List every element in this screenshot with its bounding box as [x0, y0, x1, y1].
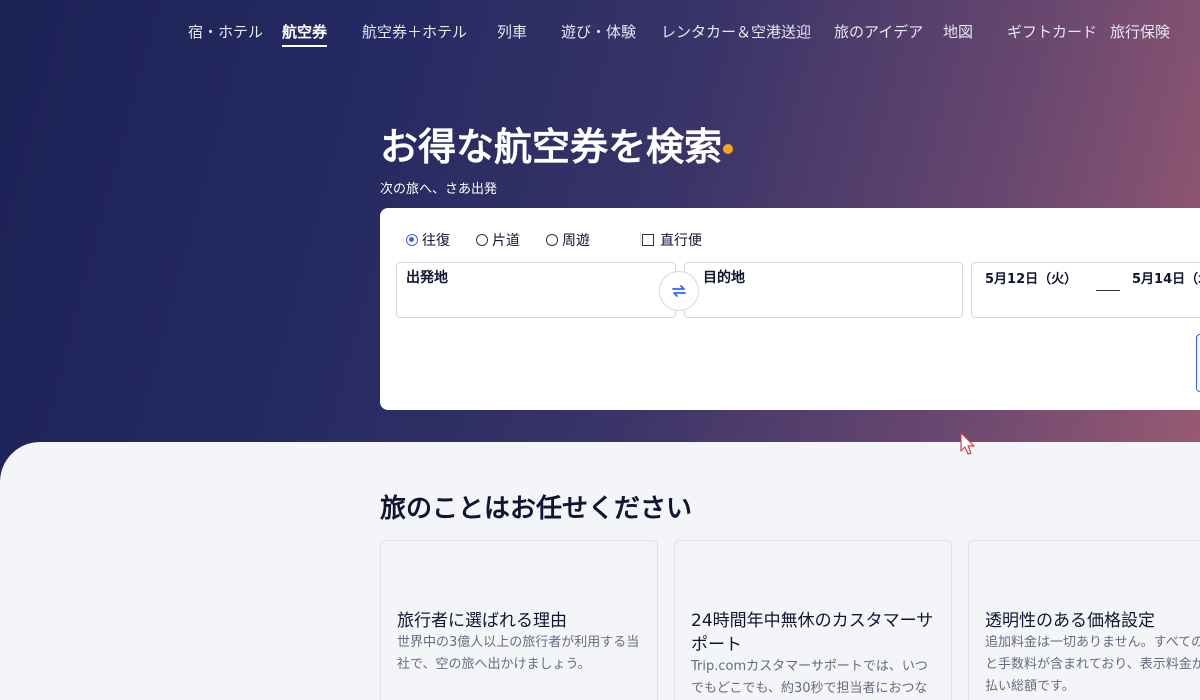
origin-field[interactable]: 出発地	[396, 262, 676, 318]
nav-item-flight-hotel[interactable]: 航空券＋ホテル	[362, 22, 467, 42]
nav-item-hotels[interactable]: 宿・ホテル	[188, 22, 263, 42]
trip-type-round-trip[interactable]: 往復	[406, 230, 450, 250]
checkbox-icon	[642, 234, 654, 246]
radio-icon	[546, 234, 558, 246]
nav-item-flights[interactable]: 航空券	[282, 22, 328, 47]
date-field[interactable]: 5月12日（火） 5月14日（水）	[971, 262, 1200, 318]
trip-type-one-way[interactable]: 片道	[476, 230, 520, 250]
feature-card-title: 透明性のある価格設定	[985, 611, 1155, 631]
feature-card-desc: Trip.comカスタマーサポートでは、いつでもどこでも、約30秒で担当者におつ…	[691, 659, 928, 696]
feature-card: 旅行者に選ばれる理由 世界中の3億人以上の旅行者が利用する当社で、空の旅へ出かけ…	[380, 540, 658, 700]
feature-card-title: 24時間年中無休のカスタマーサポート	[691, 611, 934, 655]
option-divider	[640, 232, 641, 246]
direct-flight-checkbox[interactable]: 直行便	[642, 230, 702, 250]
hero-title: お得な航空券を検索	[380, 125, 723, 169]
depart-date: 5月12日（火）	[985, 272, 1078, 287]
date-separator	[1096, 290, 1120, 291]
flight-search-card: 往復 片道 周遊 直行便 出発地 目的地 5月12日（火） 5月14日（水）	[380, 208, 1200, 410]
feature-card: 24時間年中無休のカスタマーサポート Trip.comカスタマーサポートでは、い…	[674, 540, 952, 700]
search-button[interactable]	[1196, 334, 1200, 392]
swap-arrows-icon	[672, 285, 686, 297]
destination-label: 目的地	[703, 270, 745, 286]
title-accent-dot	[723, 144, 733, 154]
radio-checked-icon	[406, 234, 418, 246]
swap-button[interactable]	[659, 271, 699, 311]
feature-card: 透明性のある価格設定 追加料金は一切ありません。すべての税金と手数料が含まれてお…	[968, 540, 1200, 700]
nav-item-insurance[interactable]: 旅行保険	[1110, 22, 1170, 42]
return-date: 5月14日（水）	[1132, 272, 1200, 287]
nav-item-activities[interactable]: 遊び・体験	[561, 22, 636, 42]
trip-type-multi-city[interactable]: 周遊	[546, 230, 590, 250]
feature-card-title: 旅行者に選ばれる理由	[397, 611, 567, 631]
feature-card-desc: 追加料金は一切ありません。すべての税金と手数料が含まれており、表示料金がお支払い…	[985, 635, 1200, 694]
hero-subtitle: 次の旅へ、さあ出発	[380, 182, 498, 197]
section-title: 旅のことはお任せください	[380, 494, 693, 524]
radio-icon	[476, 234, 488, 246]
nav-item-gift-card[interactable]: ギフトカード	[1007, 22, 1097, 42]
nav-item-map[interactable]: 地図	[943, 22, 973, 42]
nav-item-trains[interactable]: 列車	[497, 22, 527, 42]
feature-card-desc: 世界中の3億人以上の旅行者が利用する当社で、空の旅へ出かけましょう。	[397, 635, 640, 672]
mouse-cursor-icon	[958, 432, 978, 462]
top-nav: 宿・ホテル 航空券 航空券＋ホテル 列車 遊び・体験 レンタカー＆空港送迎 旅の…	[0, 0, 1200, 62]
nav-item-trip-ideas[interactable]: 旅のアイデア	[834, 22, 923, 42]
nav-item-car-rental[interactable]: レンタカー＆空港送迎	[661, 22, 811, 42]
origin-label: 出発地	[406, 270, 448, 286]
destination-field[interactable]: 目的地	[684, 262, 963, 318]
